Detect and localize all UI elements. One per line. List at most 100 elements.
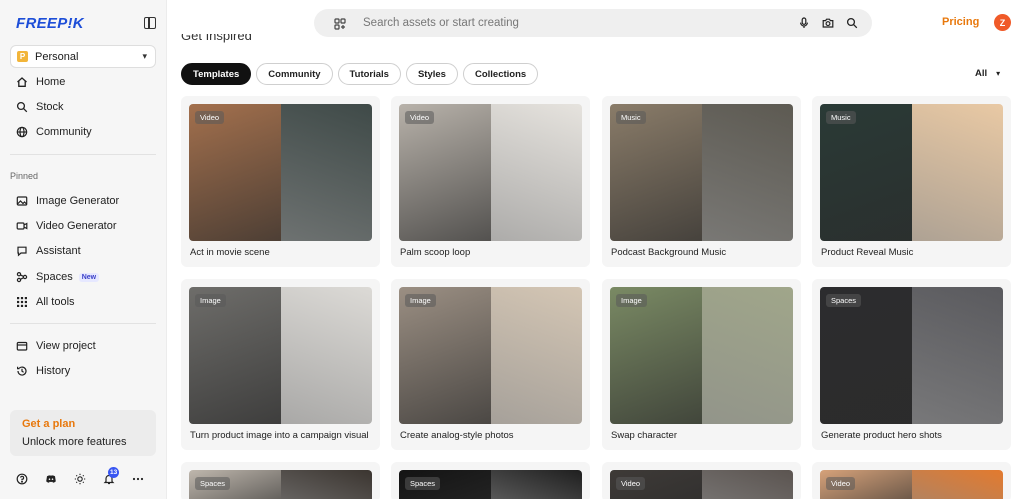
thumbnail-image-left [820, 104, 912, 241]
content-type-badge: Image [195, 294, 226, 307]
pricing-link[interactable]: Pricing [942, 16, 979, 28]
template-card[interactable]: Video Palm scoop loop [391, 96, 590, 267]
plan-subtitle: Unlock more features [22, 436, 127, 448]
template-thumbnail[interactable]: Image [610, 287, 793, 424]
history-icon [16, 365, 28, 377]
search-bar[interactable] [314, 9, 872, 37]
template-thumbnail[interactable]: Spaces [820, 287, 1003, 424]
template-thumbnail[interactable]: Video [189, 104, 372, 241]
nav-label-video-generator: Video Generator [36, 220, 117, 232]
template-thumbnail[interactable]: Video [820, 470, 1003, 499]
freepik-logo[interactable]: FREEP!K [16, 15, 84, 32]
template-thumbnail[interactable]: Video [610, 470, 793, 499]
template-card[interactable]: Spaces [391, 462, 590, 499]
new-badge: New [78, 272, 100, 282]
tab-tutorials[interactable]: Tutorials [337, 63, 401, 85]
logo-row: FREEP!K [16, 14, 156, 32]
ai-create-icon[interactable] [334, 17, 346, 30]
bell-icon[interactable]: 13 [103, 467, 120, 485]
template-title: Palm scoop loop [400, 247, 471, 258]
section-title: Get Inspired [181, 34, 252, 48]
tab-templates[interactable]: Templates [181, 63, 252, 85]
thumbnail-image-right [911, 470, 1003, 499]
content-type-badge: Video [405, 111, 435, 124]
home-icon [16, 76, 28, 88]
camera-icon[interactable] [822, 17, 834, 29]
nav-item-history[interactable]: History [16, 362, 70, 380]
template-card[interactable]: Spaces Generate product hero shots [812, 279, 1011, 450]
template-title: Generate product hero shots [821, 430, 942, 441]
discord-icon[interactable] [45, 473, 57, 485]
thumbnail-image-right [701, 287, 793, 424]
help-icon[interactable] [16, 473, 28, 485]
thumbnail-image-left [820, 287, 912, 424]
template-thumbnail[interactable]: Music [820, 104, 1003, 241]
template-card[interactable]: Video Act in movie scene [181, 96, 380, 267]
search-input[interactable] [363, 17, 786, 29]
nav-item-video-generator[interactable]: Video Generator [16, 217, 117, 235]
grid-icon [16, 296, 28, 308]
template-card[interactable]: Music Podcast Background Music [602, 96, 801, 267]
thumbnail-image-left [610, 104, 702, 241]
sidebar-collapse-icon[interactable] [144, 17, 156, 29]
thumbnail-image-left [189, 287, 281, 424]
template-card[interactable]: Music Product Reveal Music [812, 96, 1011, 267]
chevron-down-icon: ▾ [996, 69, 1001, 78]
template-card[interactable]: Video [602, 462, 801, 499]
workspace-label: Personal [35, 50, 79, 63]
content-type-badge: Image [405, 294, 436, 307]
thumbnail-image-right [490, 287, 582, 424]
content-type-badge: Video [826, 477, 856, 490]
app-window: FREEP!K P Personal ▾ Home Stock Communit… [0, 0, 1024, 499]
tab-styles[interactable]: Styles [405, 63, 458, 85]
search-icon[interactable] [846, 17, 858, 29]
workspace-selector[interactable]: P Personal ▾ [10, 45, 156, 68]
template-thumbnail[interactable]: Spaces [399, 470, 582, 499]
nav-label-community: Community [36, 126, 92, 138]
thumbnail-image-right [280, 287, 372, 424]
nav-item-spaces[interactable]: Spaces New [16, 268, 100, 286]
nav-item-view-project[interactable]: View project [16, 337, 96, 355]
nav-item-assistant[interactable]: Assistant [16, 242, 81, 260]
template-title: Create analog-style photos [400, 430, 514, 441]
content-type-badge: Spaces [405, 477, 441, 490]
nav-label-spaces: Spaces [36, 271, 73, 283]
tab-community[interactable]: Community [256, 63, 333, 85]
template-thumbnail[interactable]: Image [399, 287, 582, 424]
image-icon [16, 195, 28, 207]
content-type-badge: Music [616, 111, 646, 124]
template-thumbnail[interactable]: Video [399, 104, 582, 241]
template-title: Turn product image into a campaign visua… [190, 430, 369, 441]
template-card[interactable]: Image Create analog-style photos [391, 279, 590, 450]
nav-item-home[interactable]: Home [16, 73, 65, 91]
content-type-badge: Image [616, 294, 647, 307]
microphone-icon[interactable] [798, 17, 810, 29]
template-thumbnail[interactable]: Image [189, 287, 372, 424]
filter-dropdown[interactable]: All ▾ [975, 68, 1000, 79]
template-thumbnail[interactable]: Spaces [189, 470, 372, 499]
chevron-down-icon: ▾ [142, 51, 147, 61]
user-avatar[interactable]: Z [994, 14, 1011, 31]
nav-item-all-tools[interactable]: All tools [16, 293, 75, 311]
tab-collections[interactable]: Collections [462, 63, 539, 85]
template-card[interactable]: Video [812, 462, 1011, 499]
more-icon[interactable] [132, 473, 144, 485]
chat-icon [16, 245, 28, 257]
nav-item-stock[interactable]: Stock [16, 98, 64, 116]
template-card[interactable]: Spaces [181, 462, 380, 499]
workspace-badge: P [17, 51, 28, 62]
template-card[interactable]: Image Swap character [602, 279, 801, 450]
filter-value: All [975, 68, 988, 79]
template-title: Product Reveal Music [821, 247, 914, 258]
category-tabs: Templates Community Tutorials Styles Col… [181, 63, 543, 85]
template-card[interactable]: Image Turn product image into a campaign … [181, 279, 380, 450]
theme-sun-icon[interactable] [74, 473, 86, 485]
content-type-badge: Music [826, 111, 856, 124]
nav-label-view-project: View project [36, 340, 96, 352]
nav-item-image-generator[interactable]: Image Generator [16, 192, 119, 210]
globe-icon [16, 126, 28, 138]
thumbnail-image-right [911, 287, 1003, 424]
template-thumbnail[interactable]: Music [610, 104, 793, 241]
get-a-plan-card[interactable]: Get a plan Unlock more features [10, 410, 156, 456]
nav-item-community[interactable]: Community [16, 123, 92, 141]
